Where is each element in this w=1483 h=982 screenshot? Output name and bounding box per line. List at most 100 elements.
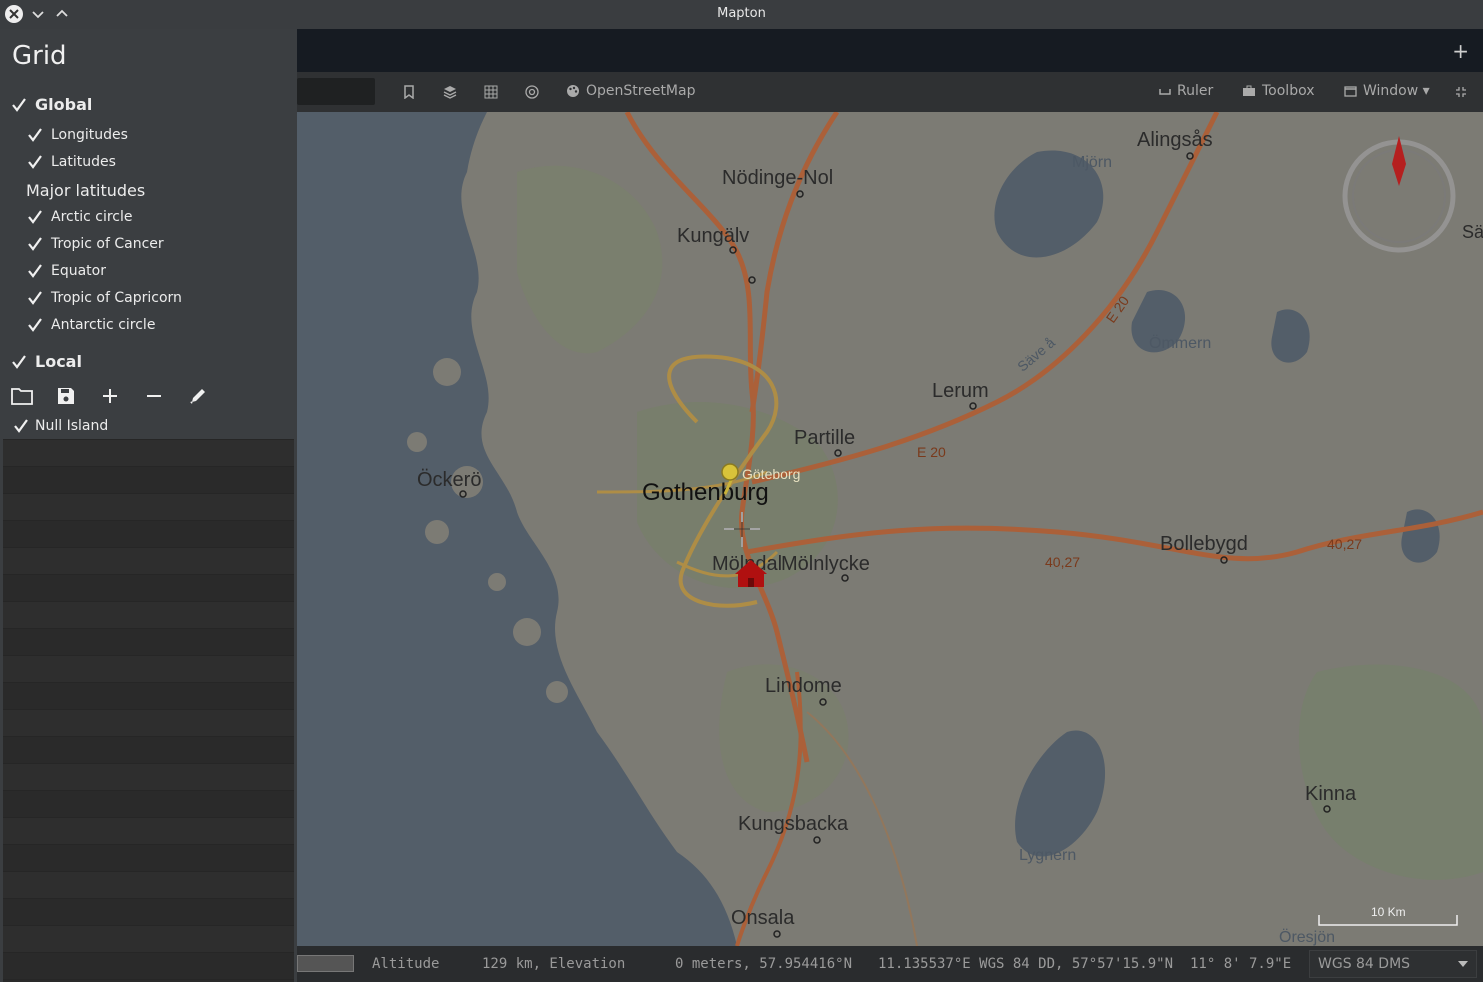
checkbox-checked-icon[interactable] [27, 154, 43, 170]
map-view[interactable]: Alingsås Nödinge-Nol Kungälv Mjörn Säved… [297, 112, 1483, 946]
plus-icon [103, 389, 117, 403]
antarctic-circle-label: Antarctic circle [51, 317, 156, 333]
arctic-circle-label: Arctic circle [51, 209, 133, 225]
dms-longitude-value: 11° 8' 7.9"E [1190, 956, 1292, 972]
map-canvas[interactable]: Alingsås Nödinge-Nol Kungälv Mjörn Säved… [297, 112, 1483, 946]
map-label-partille: Partille [794, 427, 855, 449]
add-tab-button[interactable]: + [1452, 39, 1469, 63]
open-button[interactable] [10, 384, 34, 408]
map-label-oresjon: Öresjön [1279, 928, 1335, 946]
add-button[interactable] [98, 384, 122, 408]
list-row-empty [3, 953, 294, 980]
road-label-e20: E 20 [917, 444, 946, 460]
map-label-kungalv: Kungälv [677, 225, 749, 247]
checkbox-checked-icon[interactable] [27, 127, 43, 143]
coordinates-value: 11.135537°E WGS 84 DD, 57°57'15.9"N [878, 956, 1174, 972]
ruler-button[interactable]: Ruler [1159, 83, 1213, 99]
list-row-empty [3, 737, 294, 764]
layers-button[interactable] [440, 82, 460, 102]
map-label-kungsbacka: Kungsbacka [738, 813, 849, 835]
latitudes-label: Latitudes [51, 154, 116, 170]
search-input[interactable] [297, 78, 375, 105]
map-toolbar: OpenStreetMap Ruler Toolbox Window ▾ [297, 72, 1483, 112]
window-menu-label: Window ▾ [1363, 83, 1430, 99]
checkbox-checked-icon[interactable] [27, 209, 43, 225]
list-row-empty [3, 467, 294, 494]
crs-value: WGS 84 DMS [1318, 956, 1411, 972]
tropic-of-cancer-label: Tropic of Cancer [51, 236, 164, 252]
tropic-of-capricorn-label: Tropic of Capricorn [51, 290, 182, 306]
window-menu-button[interactable]: Window ▾ [1344, 83, 1430, 99]
tropic-of-cancer-checkbox-row[interactable]: Tropic of Cancer [27, 236, 164, 252]
status-bar: Altitude 129 km, Elevation 0 meters, 57.… [297, 946, 1483, 982]
checkbox-checked-icon[interactable] [13, 418, 29, 434]
map-label-nodinge-nol: Nödinge-Nol [722, 167, 833, 189]
checkbox-checked-icon[interactable] [27, 290, 43, 306]
tropic-of-capricorn-checkbox-row[interactable]: Tropic of Capricorn [27, 290, 182, 306]
map-label-goteborg: Göteborg [742, 466, 800, 482]
layers-icon [443, 86, 457, 99]
list-row-empty [3, 926, 294, 953]
major-latitudes-heading: Major latitudes [26, 181, 146, 200]
map-source-label: OpenStreetMap [586, 83, 696, 99]
bookmark-button[interactable] [399, 82, 419, 102]
list-row-empty [3, 791, 294, 818]
equator-label: Equator [51, 263, 106, 279]
grid-icon [484, 85, 498, 99]
list-row-empty [3, 683, 294, 710]
pencil-icon [190, 389, 205, 404]
crs-dropdown[interactable]: WGS 84 DMS [1309, 950, 1477, 978]
equator-checkbox-row[interactable]: Equator [27, 263, 106, 279]
ruler-icon [1159, 89, 1171, 95]
latitudes-checkbox-row[interactable]: Latitudes [27, 154, 116, 170]
palette-icon [567, 85, 579, 97]
list-row-empty [3, 521, 294, 548]
map-label-bollebygd: Bollebygd [1160, 533, 1248, 555]
remove-button[interactable] [142, 384, 166, 408]
map-label-ommern: Ömmern [1149, 334, 1211, 352]
checkbox-checked-icon[interactable] [27, 236, 43, 252]
list-row-empty [3, 629, 294, 656]
list-row-empty [3, 710, 294, 737]
map-source-dropdown[interactable]: OpenStreetMap [566, 83, 695, 99]
map-label-mjorn: Mjörn [1072, 154, 1112, 171]
altitude-value: 129 km, Elevation [482, 956, 626, 972]
toolbox-button[interactable]: Toolbox [1242, 83, 1315, 99]
list-row-empty [3, 764, 294, 791]
sidebar-title: Grid [12, 41, 67, 71]
list-row-empty [3, 656, 294, 683]
target-button[interactable] [522, 82, 542, 102]
save-button[interactable] [54, 384, 78, 408]
caret-down-icon [1458, 961, 1468, 967]
road-label-4027-east: 40,27 [1327, 536, 1362, 552]
list-row-empty [3, 602, 294, 629]
checkbox-checked-icon[interactable] [27, 317, 43, 333]
map-label-lygnern: Lygnern [1019, 847, 1076, 864]
local-grid-list: Null Island [3, 413, 294, 982]
grid-sidebar: Grid Global Longitudes Latitudes Major l… [0, 29, 297, 982]
checkbox-checked-icon[interactable] [27, 263, 43, 279]
fullscreen-button[interactable] [1451, 82, 1471, 102]
checkbox-checked-icon[interactable] [11, 97, 27, 113]
antarctic-circle-checkbox-row[interactable]: Antarctic circle [27, 317, 155, 333]
global-label: Global [35, 95, 93, 114]
local-label: Local [35, 352, 82, 371]
map-label-gothenburg: Gothenburg [642, 479, 769, 506]
edit-button[interactable] [186, 384, 210, 408]
list-row-empty [3, 575, 294, 602]
map-label-kinna: Kinna [1305, 783, 1357, 805]
map-label-molnlycke: Mölnlycke [781, 553, 870, 575]
grid-button[interactable] [481, 82, 501, 102]
list-row-empty [3, 845, 294, 872]
tab-bar: + [297, 29, 1483, 72]
road-label-4027: 40,27 [1045, 554, 1080, 570]
global-checkbox-row[interactable]: Global [11, 95, 92, 114]
list-item[interactable]: Null Island [3, 413, 294, 440]
elevation-value: 0 meters, 57.954416°N [675, 956, 853, 972]
longitudes-checkbox-row[interactable]: Longitudes [27, 127, 128, 143]
local-toolbar [10, 384, 210, 408]
checkbox-checked-icon[interactable] [11, 354, 27, 370]
arctic-circle-checkbox-row[interactable]: Arctic circle [27, 209, 132, 225]
map-label-ockero: Öckerö [417, 469, 481, 491]
local-checkbox-row[interactable]: Local [11, 352, 82, 371]
